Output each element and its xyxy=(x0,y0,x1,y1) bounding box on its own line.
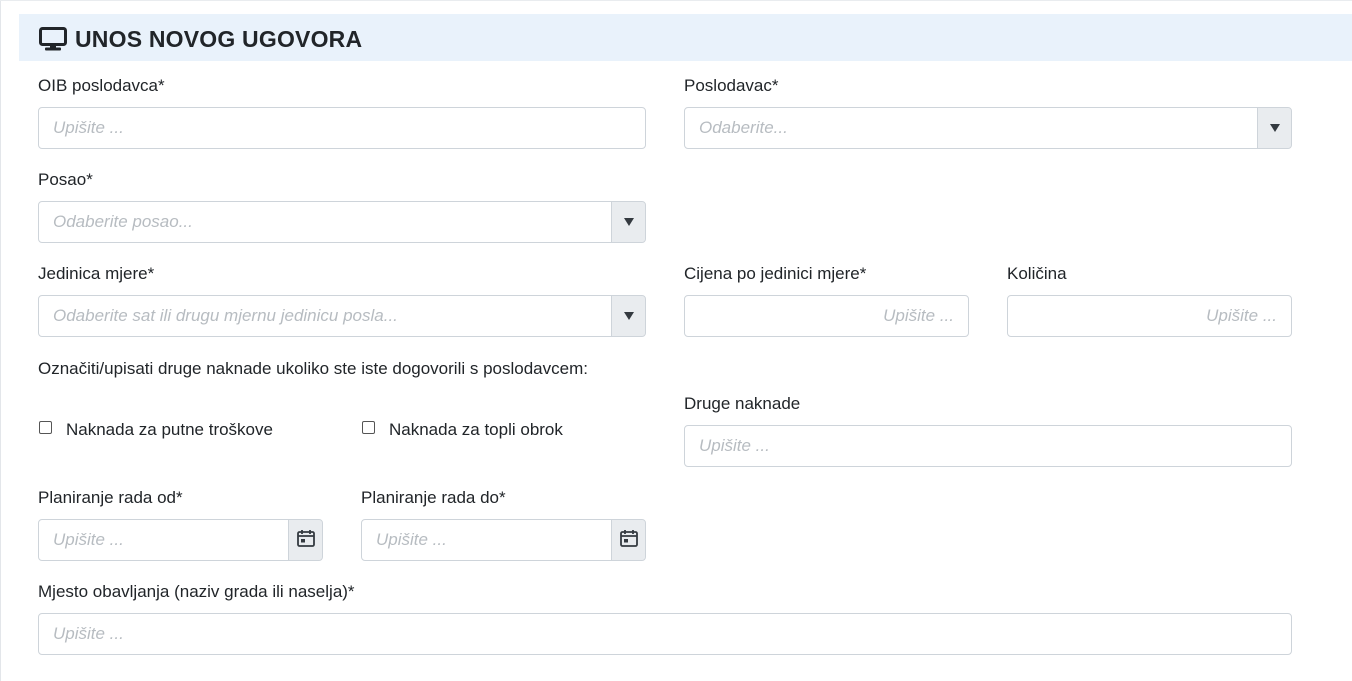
cijena-input[interactable]: Upišite ... xyxy=(684,295,969,337)
jedinica-select[interactable]: Odaberite sat ili drugu mjernu jedinicu … xyxy=(38,295,646,337)
planiranje-od-label: Planiranje rada od* xyxy=(38,488,183,507)
kolicina-placeholder: Upišite ... xyxy=(1206,306,1277,325)
putni-troskovi-label[interactable]: Naknada za putne troškove xyxy=(66,420,273,440)
calendar-icon xyxy=(619,529,638,552)
putni-troskovi-checkbox[interactable] xyxy=(39,421,52,434)
calendar-icon xyxy=(296,529,315,552)
mjesto-placeholder: Upišite ... xyxy=(53,624,124,643)
jedinica-label: Jedinica mjere* xyxy=(38,264,155,283)
kolicina-input[interactable]: Upišite ... xyxy=(1007,295,1292,337)
topli-obrok-checkbox[interactable] xyxy=(362,421,375,434)
posao-label: Posao* xyxy=(38,170,93,189)
cijena-placeholder: Upišite ... xyxy=(883,306,954,325)
planiranje-do-calendar-button[interactable] xyxy=(611,520,645,560)
planiranje-od-input[interactable]: Upišite ... xyxy=(38,519,323,561)
druge-naknade-input[interactable]: Upišite ... xyxy=(684,425,1292,467)
topli-obrok-label[interactable]: Naknada za topli obrok xyxy=(389,420,563,440)
oib-input[interactable]: Upišite ... xyxy=(38,107,646,149)
kolicina-label: Količina xyxy=(1007,264,1067,283)
form-header: UNOS NOVOG UGOVORA xyxy=(19,14,1352,61)
posao-dropdown-button[interactable] xyxy=(611,202,645,242)
druge-naknade-placeholder: Upišite ... xyxy=(699,436,770,455)
planiranje-od-placeholder: Upišite ... xyxy=(53,530,124,549)
naknade-intro-text: Označiti/upisati druge naknade ukoliko s… xyxy=(38,359,588,378)
planiranje-do-label: Planiranje rada do* xyxy=(361,488,506,507)
posao-select[interactable]: Odaberite posao... xyxy=(38,201,646,243)
oib-placeholder: Upišite ... xyxy=(53,118,124,137)
caret-down-icon xyxy=(623,218,634,226)
page-title: UNOS NOVOG UGOVORA xyxy=(75,26,363,52)
poslodavac-dropdown-button[interactable] xyxy=(1257,108,1291,148)
planiranje-do-input[interactable]: Upišite ... xyxy=(361,519,646,561)
jedinica-placeholder: Odaberite sat ili drugu mjernu jedinicu … xyxy=(53,306,398,325)
poslodavac-label: Poslodavac* xyxy=(684,76,779,95)
planiranje-do-placeholder: Upišite ... xyxy=(376,530,447,549)
poslodavac-placeholder: Odaberite... xyxy=(699,118,788,137)
druge-naknade-label: Druge naknade xyxy=(684,394,801,413)
caret-down-icon xyxy=(623,312,634,320)
caret-down-icon xyxy=(1269,124,1280,132)
cijena-label: Cijena po jedinici mjere* xyxy=(684,264,867,283)
posao-placeholder: Odaberite posao... xyxy=(53,212,193,231)
poslodavac-select[interactable]: Odaberite... xyxy=(684,107,1292,149)
form-frame xyxy=(0,0,1351,681)
oib-label: OIB poslodavca* xyxy=(38,76,165,95)
jedinica-dropdown-button[interactable] xyxy=(611,296,645,336)
mjesto-label: Mjesto obavljanja (naziv grada ili nasel… xyxy=(38,582,355,601)
top-divider xyxy=(0,0,1352,1)
monitor-icon xyxy=(39,27,67,56)
mjesto-input[interactable]: Upišite ... xyxy=(38,613,1292,655)
planiranje-od-calendar-button[interactable] xyxy=(288,520,322,560)
